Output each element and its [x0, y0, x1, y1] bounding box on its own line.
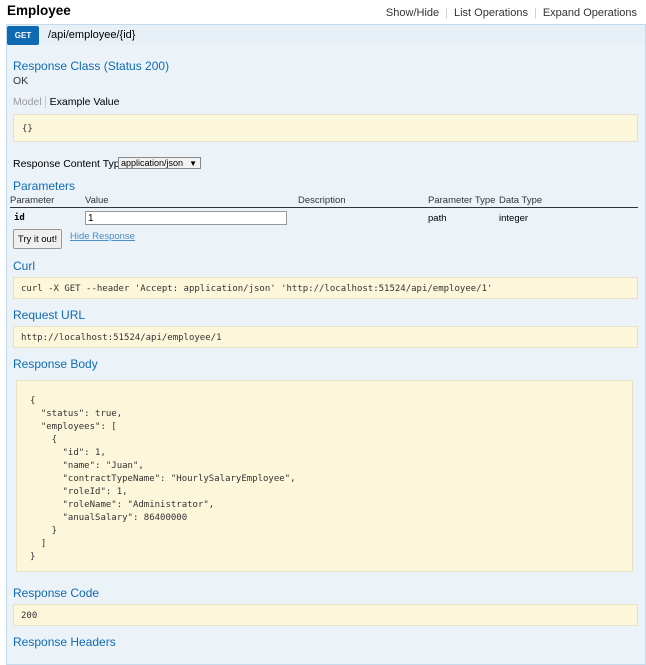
operation-heading[interactable]: GET /api/employee/{id}: [6, 24, 646, 45]
column-header-parameter-type: Parameter Type: [428, 195, 496, 206]
link-separator: |: [533, 7, 537, 19]
tab-example-value[interactable]: Example Value: [46, 96, 120, 108]
example-value-box: {}: [13, 114, 638, 142]
code-line: ]: [30, 539, 47, 549]
response-class-title: Response Class (Status 200): [13, 59, 170, 73]
content-type-selected: application/json: [121, 158, 184, 168]
code-line: "anualSalary": 86400000: [30, 513, 188, 523]
request-url-box: http://localhost:51524/api/employee/1: [13, 326, 638, 348]
response-code-text: 200: [21, 611, 38, 621]
resource-title[interactable]: Employee: [7, 3, 71, 18]
param-data-type: integer: [499, 213, 529, 224]
code-line: "contractTypeName": "HourlySalaryEmploye…: [30, 474, 296, 484]
curl-command: curl -X GET --header 'Accept: applicatio…: [21, 284, 493, 294]
code-line: "id": 1,: [30, 448, 106, 458]
curl-box: curl -X GET --header 'Accept: applicatio…: [13, 277, 638, 299]
chevron-down-icon: ▼: [189, 158, 197, 168]
code-line: }: [30, 552, 36, 562]
operation-path[interactable]: /api/employee/{id}: [48, 29, 135, 41]
parameters-title: Parameters: [13, 179, 76, 193]
content-type-select[interactable]: application/json ▼: [118, 157, 201, 169]
show-hide-link[interactable]: Show/Hide: [386, 7, 439, 19]
response-code-box: 200: [13, 604, 638, 626]
column-header-parameter: Parameter: [10, 195, 55, 206]
tab-model[interactable]: Model: [13, 96, 46, 108]
http-method-badge[interactable]: GET: [7, 26, 39, 45]
param-value-input[interactable]: [85, 211, 287, 225]
response-code-title: Response Code: [13, 586, 100, 600]
operation-content: Response Class (Status 200) OK Model Exa…: [6, 45, 646, 665]
code-line: {: [30, 396, 36, 406]
column-header-data-type: Data Type: [499, 195, 543, 206]
model-tabs: Model Example Value: [13, 96, 119, 108]
resource-links: Show/Hide | List Operations | Expand Ope…: [386, 7, 637, 19]
code-line: "status": true,: [30, 409, 123, 419]
expand-operations-link[interactable]: Expand Operations: [543, 7, 637, 19]
response-status-text: OK: [13, 75, 29, 87]
response-body-title: Response Body: [13, 357, 98, 371]
response-body-box: { "status": true, "employees": [ { "id":…: [16, 380, 633, 572]
request-url-text: http://localhost:51524/api/employee/1: [21, 333, 222, 343]
try-it-out-button[interactable]: Try it out!: [13, 229, 62, 249]
request-url-title: Request URL: [13, 308, 86, 322]
column-header-description: Description: [298, 195, 346, 206]
column-header-value: Value: [85, 195, 109, 206]
table-row: id path integer: [10, 209, 638, 229]
code-line: "employees": [: [30, 422, 117, 432]
content-type-label: Response Content Type: [13, 158, 126, 170]
code-line: "name": "Juan",: [30, 461, 144, 471]
example-value-text: {}: [22, 124, 33, 134]
parameters-table-header: Parameter Value Description Parameter Ty…: [10, 195, 638, 208]
link-separator: |: [445, 7, 448, 19]
response-headers-title: Response Headers: [13, 635, 116, 649]
param-type: path: [428, 213, 447, 224]
resource-header: Employee Show/Hide | List Operations | E…: [0, 0, 646, 24]
code-line: "roleName": "Administrator",: [30, 500, 215, 510]
list-operations-link[interactable]: List Operations: [454, 7, 528, 19]
response-body-lines: { "status": true, "employees": [ { "id":…: [30, 395, 619, 564]
curl-title: Curl: [13, 259, 36, 273]
hide-response-link[interactable]: Hide Response: [70, 231, 135, 242]
code-line: "roleId": 1,: [30, 487, 128, 497]
code-line: {: [30, 435, 58, 445]
param-name: id: [14, 213, 25, 223]
code-line: }: [30, 526, 58, 536]
